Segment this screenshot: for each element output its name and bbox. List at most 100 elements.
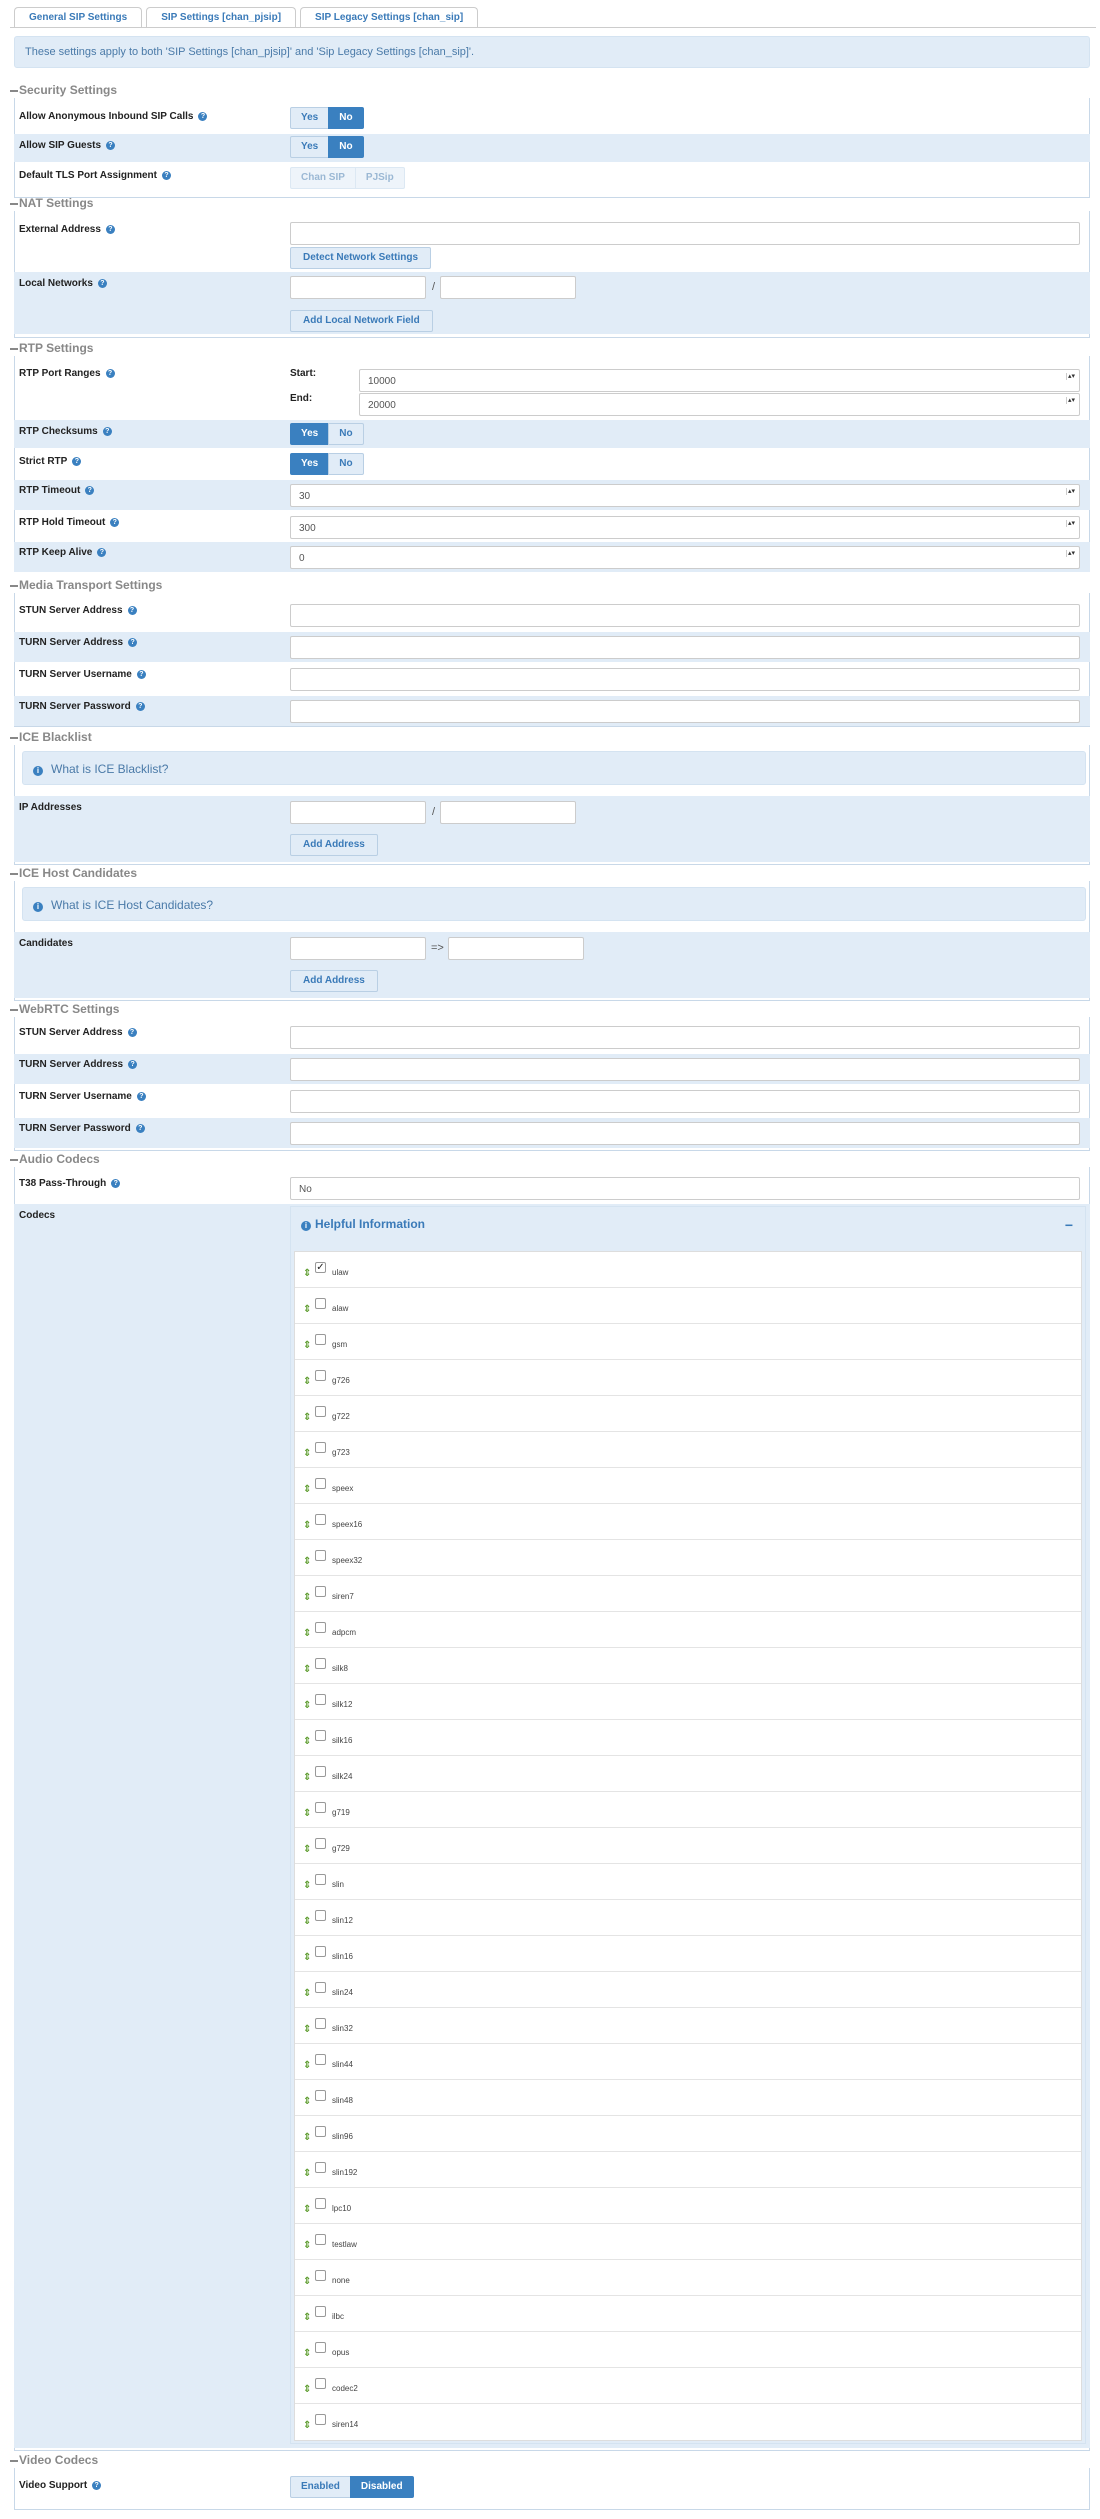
media-turn-username-input[interactable] xyxy=(290,668,1080,691)
codec-checkbox[interactable] xyxy=(315,1946,326,1957)
codec-row[interactable]: ⇕ g723 xyxy=(295,1432,1081,1468)
codec-checkbox[interactable] xyxy=(315,2054,326,2065)
codec-row[interactable]: ⇕ speex16 xyxy=(295,1504,1081,1540)
help-icon[interactable]: ? xyxy=(102,427,112,436)
drag-handle-icon[interactable]: ⇕ xyxy=(303,1845,311,1855)
codec-row[interactable]: ⇕ none xyxy=(295,2260,1081,2296)
codec-checkbox[interactable] xyxy=(315,1622,326,1633)
media-turn-password-input[interactable] xyxy=(290,700,1080,723)
codec-row[interactable]: ⇕ speex32 xyxy=(295,1540,1081,1576)
drag-handle-icon[interactable]: ⇕ xyxy=(303,2097,311,2107)
help-icon[interactable]: ? xyxy=(111,1179,121,1188)
helpful-information-header[interactable]: i Helpful Information xyxy=(301,1217,425,1231)
codec-row[interactable]: ⇕ g729 xyxy=(295,1828,1081,1864)
codec-checkbox[interactable] xyxy=(315,2342,326,2353)
codec-row[interactable]: ⇕ silk16 xyxy=(295,1720,1081,1756)
drag-handle-icon[interactable]: ⇕ xyxy=(303,2025,311,2035)
codec-checkbox[interactable] xyxy=(315,1514,326,1525)
codec-checkbox[interactable] xyxy=(315,2378,326,2389)
codec-row[interactable]: ⇕ siren7 xyxy=(295,1576,1081,1612)
ice-host-section-title[interactable]: ICE Host Candidates xyxy=(10,866,137,880)
codec-checkbox[interactable] xyxy=(315,1838,326,1849)
codec-row[interactable]: ⇕ alaw xyxy=(295,1288,1081,1324)
help-icon[interactable]: ? xyxy=(105,369,115,378)
drag-handle-icon[interactable]: ⇕ xyxy=(303,1737,311,1747)
help-icon[interactable]: ? xyxy=(135,702,145,711)
drag-handle-icon[interactable]: ⇕ xyxy=(303,2241,311,2251)
sip-guests-no-button[interactable]: No xyxy=(328,136,364,158)
drag-handle-icon[interactable]: ⇕ xyxy=(303,2349,311,2359)
webrtc-turn-password-input[interactable] xyxy=(290,1122,1080,1145)
drag-handle-icon[interactable]: ⇕ xyxy=(303,1341,311,1351)
codec-checkbox[interactable] xyxy=(315,2162,326,2173)
video-codecs-section-title[interactable]: Video Codecs xyxy=(10,2453,98,2467)
help-icon[interactable]: ? xyxy=(128,1060,138,1069)
local-network-ip-input[interactable] xyxy=(290,276,426,299)
codec-row[interactable]: ⇕ ✓ ulaw xyxy=(295,1252,1081,1288)
help-icon[interactable]: ? xyxy=(136,670,146,679)
add-ice-address-button[interactable]: Add Address xyxy=(290,834,378,856)
webrtc-section-title[interactable]: WebRTC Settings xyxy=(10,1002,119,1016)
codec-row[interactable]: ⇕ slin16 xyxy=(295,1936,1081,1972)
codec-checkbox[interactable] xyxy=(315,2270,326,2281)
drag-handle-icon[interactable]: ⇕ xyxy=(303,1449,311,1459)
codec-checkbox[interactable] xyxy=(315,1586,326,1597)
ice-host-info[interactable]: i What is ICE Host Candidates? xyxy=(22,887,1086,921)
codec-row[interactable]: ⇕ siren14 xyxy=(295,2404,1081,2440)
drag-handle-icon[interactable]: ⇕ xyxy=(303,1629,311,1639)
local-network-mask-input[interactable] xyxy=(440,276,576,299)
codec-checkbox[interactable] xyxy=(315,1406,326,1417)
strict-rtp-yes-button[interactable]: Yes xyxy=(290,453,330,475)
codec-checkbox[interactable] xyxy=(315,1442,326,1453)
codec-row[interactable]: ⇕ g719 xyxy=(295,1792,1081,1828)
drag-handle-icon[interactable]: ⇕ xyxy=(303,2205,311,2215)
rtp-end-input[interactable]: 20000 xyxy=(359,393,1080,416)
drag-handle-icon[interactable]: ⇕ xyxy=(303,1557,311,1567)
codec-row[interactable]: ⇕ slin xyxy=(295,1864,1081,1900)
help-icon[interactable]: ? xyxy=(97,279,107,288)
drag-handle-icon[interactable]: ⇕ xyxy=(303,1917,311,1927)
codec-row[interactable]: ⇕ slin48 xyxy=(295,2080,1081,2116)
drag-handle-icon[interactable]: ⇕ xyxy=(303,2133,311,2143)
drag-handle-icon[interactable]: ⇕ xyxy=(303,2277,311,2287)
t38-select[interactable]: No xyxy=(290,1177,1080,1200)
codec-checkbox[interactable] xyxy=(315,1982,326,1993)
drag-handle-icon[interactable]: ⇕ xyxy=(303,1989,311,1999)
codec-row[interactable]: ⇕ silk12 xyxy=(295,1684,1081,1720)
rtp-section-title[interactable]: RTP Settings xyxy=(10,341,93,355)
help-icon[interactable]: ? xyxy=(105,225,115,234)
codec-row[interactable]: ⇕ slin96 xyxy=(295,2116,1081,2152)
help-icon[interactable]: ? xyxy=(128,638,138,647)
help-icon[interactable]: ? xyxy=(198,112,208,121)
drag-handle-icon[interactable]: ⇕ xyxy=(303,1665,311,1675)
media-stun-input[interactable] xyxy=(290,604,1080,627)
help-icon[interactable]: ? xyxy=(85,486,95,495)
codec-row[interactable]: ⇕ ilbc xyxy=(295,2296,1081,2332)
candidate-local-input[interactable] xyxy=(290,937,426,960)
drag-handle-icon[interactable]: ⇕ xyxy=(303,1953,311,1963)
codec-checkbox[interactable] xyxy=(315,1370,326,1381)
candidate-public-input[interactable] xyxy=(448,937,584,960)
codec-row[interactable]: ⇕ slin44 xyxy=(295,2044,1081,2080)
codec-checkbox[interactable] xyxy=(315,1694,326,1705)
codec-checkbox[interactable] xyxy=(315,1802,326,1813)
rtp-timeout-input[interactable]: 30 xyxy=(290,484,1080,507)
codec-row[interactable]: ⇕ testlaw xyxy=(295,2224,1081,2260)
tls-chan-sip-button[interactable]: Chan SIP xyxy=(290,167,356,189)
anon-calls-no-button[interactable]: No xyxy=(328,107,364,129)
tab-chan-pjsip[interactable]: SIP Settings [chan_pjsip] xyxy=(146,7,297,28)
codec-checkbox[interactable] xyxy=(315,1658,326,1669)
media-transport-section-title[interactable]: Media Transport Settings xyxy=(10,578,162,592)
codec-row[interactable]: ⇕ slin32 xyxy=(295,2008,1081,2044)
rtp-keepalive-input[interactable]: 0 xyxy=(290,546,1080,569)
codec-row[interactable]: ⇕ gsm xyxy=(295,1324,1081,1360)
rtp-start-input[interactable]: 10000 xyxy=(359,369,1080,392)
drag-handle-icon[interactable]: ⇕ xyxy=(303,1377,311,1387)
codec-checkbox[interactable]: ✓ xyxy=(315,1262,326,1273)
drag-handle-icon[interactable]: ⇕ xyxy=(303,1305,311,1315)
drag-handle-icon[interactable]: ⇕ xyxy=(303,1413,311,1423)
codec-checkbox[interactable] xyxy=(315,2306,326,2317)
video-disabled-button[interactable]: Disabled xyxy=(349,2476,414,2498)
codec-row[interactable]: ⇕ speex xyxy=(295,1468,1081,1504)
sip-guests-yes-button[interactable]: Yes xyxy=(290,136,330,158)
